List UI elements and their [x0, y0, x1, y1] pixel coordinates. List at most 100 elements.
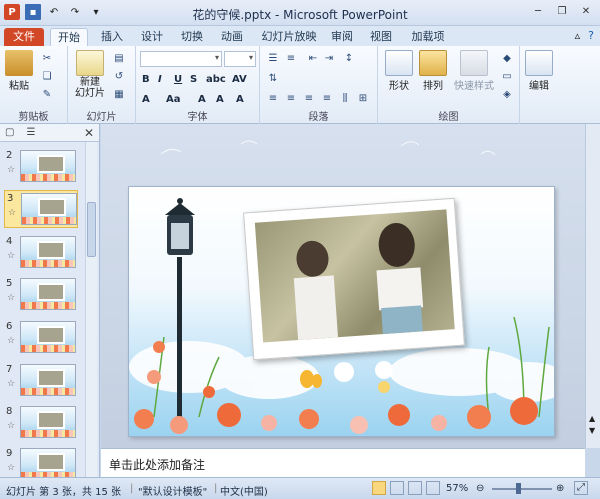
slides-tab-icon[interactable]: ▢ [5, 127, 14, 138]
shape-fill-icon[interactable]: ◆ [500, 52, 514, 66]
slide-sorter-icon[interactable] [390, 481, 404, 495]
smartart-icon[interactable]: ⊞ [356, 92, 370, 106]
numbering-icon[interactable]: ≡ [284, 52, 298, 66]
butterfly [300, 370, 322, 388]
previous-slide-icon[interactable]: ▲ [589, 414, 595, 423]
shrink-font-icon[interactable]: A [216, 94, 224, 105]
reading-view-icon[interactable] [408, 481, 422, 495]
tab-design[interactable]: 设计 [136, 28, 168, 46]
align-left-icon[interactable]: ≡ [266, 92, 280, 106]
dandelion-decoration [160, 140, 496, 156]
font-name-combo[interactable] [140, 51, 222, 67]
char-spacing-icon[interactable]: AV [232, 74, 247, 85]
slide-photo[interactable] [243, 197, 465, 361]
vertical-scrollbar[interactable]: ▲ ▼ [585, 124, 600, 448]
close-pane-icon[interactable]: ✕ [84, 126, 94, 140]
fit-to-window-icon[interactable]: ⤢ [574, 481, 588, 495]
notes-placeholder: 单击此处添加备注 [109, 458, 206, 472]
tab-view[interactable]: 视图 [365, 28, 397, 46]
layout-icon[interactable]: ▤ [112, 52, 126, 66]
reset-icon[interactable]: ↺ [112, 70, 126, 84]
normal-view-icon[interactable] [372, 481, 386, 495]
clear-format-icon[interactable]: A [236, 94, 244, 105]
tab-transitions[interactable]: 切换 [176, 28, 208, 46]
new-slide-button[interactable]: 新建 幻灯片 [72, 50, 108, 99]
zoom-level[interactable]: 57% [446, 483, 468, 494]
tab-file[interactable]: 文件 [4, 28, 44, 46]
bold-icon[interactable]: B [142, 74, 150, 85]
photo-image [254, 209, 455, 343]
grow-font-icon[interactable]: A [198, 94, 206, 105]
shapes-button[interactable]: 形状 [384, 50, 414, 92]
slides-label: 幻灯片 [86, 112, 117, 123]
tab-addins[interactable]: 加载项 [406, 28, 450, 46]
font-size-combo[interactable] [224, 51, 256, 67]
font-label: 字体 [187, 112, 208, 123]
shape-outline-icon[interactable]: ▭ [500, 70, 514, 84]
underline-icon[interactable]: U [174, 74, 182, 85]
align-center-icon[interactable]: ≡ [284, 92, 298, 106]
minimize-icon[interactable]: ─ [530, 4, 546, 18]
text-direction-icon[interactable]: ⇅ [266, 72, 280, 86]
format-painter-icon[interactable]: ✎ [40, 88, 54, 102]
status-bar: 幻灯片 第 3 张，共 15 张 | "默认设计模板" | 中文(中国) 57%… [0, 477, 600, 499]
close-icon[interactable]: ✕ [578, 4, 594, 18]
quick-styles-button[interactable]: 快速样式 [452, 50, 496, 92]
thumbnail-slide-8[interactable]: 8 ☆ [4, 404, 78, 442]
tab-slideshow[interactable]: 幻灯片放映 [258, 28, 320, 46]
tab-review[interactable]: 审阅 [326, 28, 358, 46]
tab-insert[interactable]: 插入 [96, 28, 128, 46]
thumbnail-slide-5[interactable]: 5 ☆ [4, 276, 78, 314]
animation-star-icon: ☆ [7, 251, 16, 261]
ribbon: 粘贴 ✂ ❏ ✎ 剪贴板 新建 幻灯片 ▤ ↺ ▦ 幻灯片 B I U S ab… [0, 46, 600, 124]
binoculars-icon [525, 50, 553, 76]
thumbnail-image [20, 278, 76, 310]
thumbnail-scrollbar[interactable] [85, 142, 97, 477]
next-slide-icon[interactable]: ▼ [589, 426, 595, 435]
edit-button[interactable]: 编辑 [524, 50, 554, 92]
tab-home[interactable]: 开始 [50, 28, 88, 46]
font-group: B I U S abc AV A Aa A A A 字体 [136, 46, 260, 124]
decrease-indent-icon[interactable]: ⇤ [306, 52, 320, 66]
change-case-icon[interactable]: Aa [166, 94, 181, 105]
ribbon-minimize-icon[interactable]: ▵ [575, 29, 581, 42]
paste-button[interactable]: 粘贴 [4, 50, 34, 92]
restore-icon[interactable]: ❐ [554, 4, 570, 18]
new-slide-icon [76, 50, 104, 76]
copy-icon[interactable]: ❏ [40, 70, 54, 84]
justify-icon[interactable]: ≡ [320, 92, 334, 106]
thumbnail-slide-7[interactable]: 7 ☆ [4, 362, 78, 400]
zoom-slider[interactable] [492, 488, 552, 490]
section-icon[interactable]: ▦ [112, 88, 126, 102]
strikethrough-icon[interactable]: abc [206, 74, 226, 85]
thumbnail-scroll-thumb[interactable] [87, 202, 96, 257]
zoom-in-icon[interactable]: ⊕ [556, 483, 564, 494]
slideshow-view-icon[interactable] [426, 481, 440, 495]
bullets-icon[interactable]: ☰ [266, 52, 280, 66]
italic-icon[interactable]: I [158, 74, 162, 85]
paragraph-group: ☰ ≡ ⇤ ⇥ ↕ ⇅ ≡ ≡ ≡ ≡ ⫼ ⊞ 段落 [260, 46, 378, 124]
help-icon[interactable]: ? [588, 29, 594, 42]
increase-indent-icon[interactable]: ⇥ [322, 52, 336, 66]
outline-tab-icon[interactable]: ☰ [26, 127, 35, 138]
cut-icon[interactable]: ✂ [40, 52, 54, 66]
thumbnail-slide-3[interactable]: 3 ☆ [4, 190, 78, 228]
shape-effects-icon[interactable]: ◈ [500, 88, 514, 102]
tab-animations[interactable]: 动画 [216, 28, 248, 46]
notes-pane[interactable]: 单击此处添加备注 [101, 448, 585, 477]
shadow-icon[interactable]: S [190, 74, 197, 85]
thumbnail-slide-4[interactable]: 4 ☆ [4, 234, 78, 272]
zoom-slider-thumb[interactable] [516, 483, 521, 494]
language-indicator[interactable]: 中文(中国) [220, 483, 268, 498]
columns-icon[interactable]: ⫼ [338, 92, 352, 106]
line-spacing-icon[interactable]: ↕ [342, 52, 356, 66]
zoom-out-icon[interactable]: ⊖ [476, 483, 484, 494]
animation-star-icon: ☆ [7, 463, 16, 473]
font-color-icon[interactable]: A [142, 94, 150, 105]
thumbnail-slide-6[interactable]: 6 ☆ [4, 319, 78, 357]
align-right-icon[interactable]: ≡ [302, 92, 316, 106]
clipboard-label: 剪贴板 [18, 112, 49, 123]
thumbnail-image [21, 193, 77, 225]
thumbnail-slide-2[interactable]: 2 ☆ [4, 148, 78, 186]
arrange-button[interactable]: 排列 [418, 50, 448, 92]
